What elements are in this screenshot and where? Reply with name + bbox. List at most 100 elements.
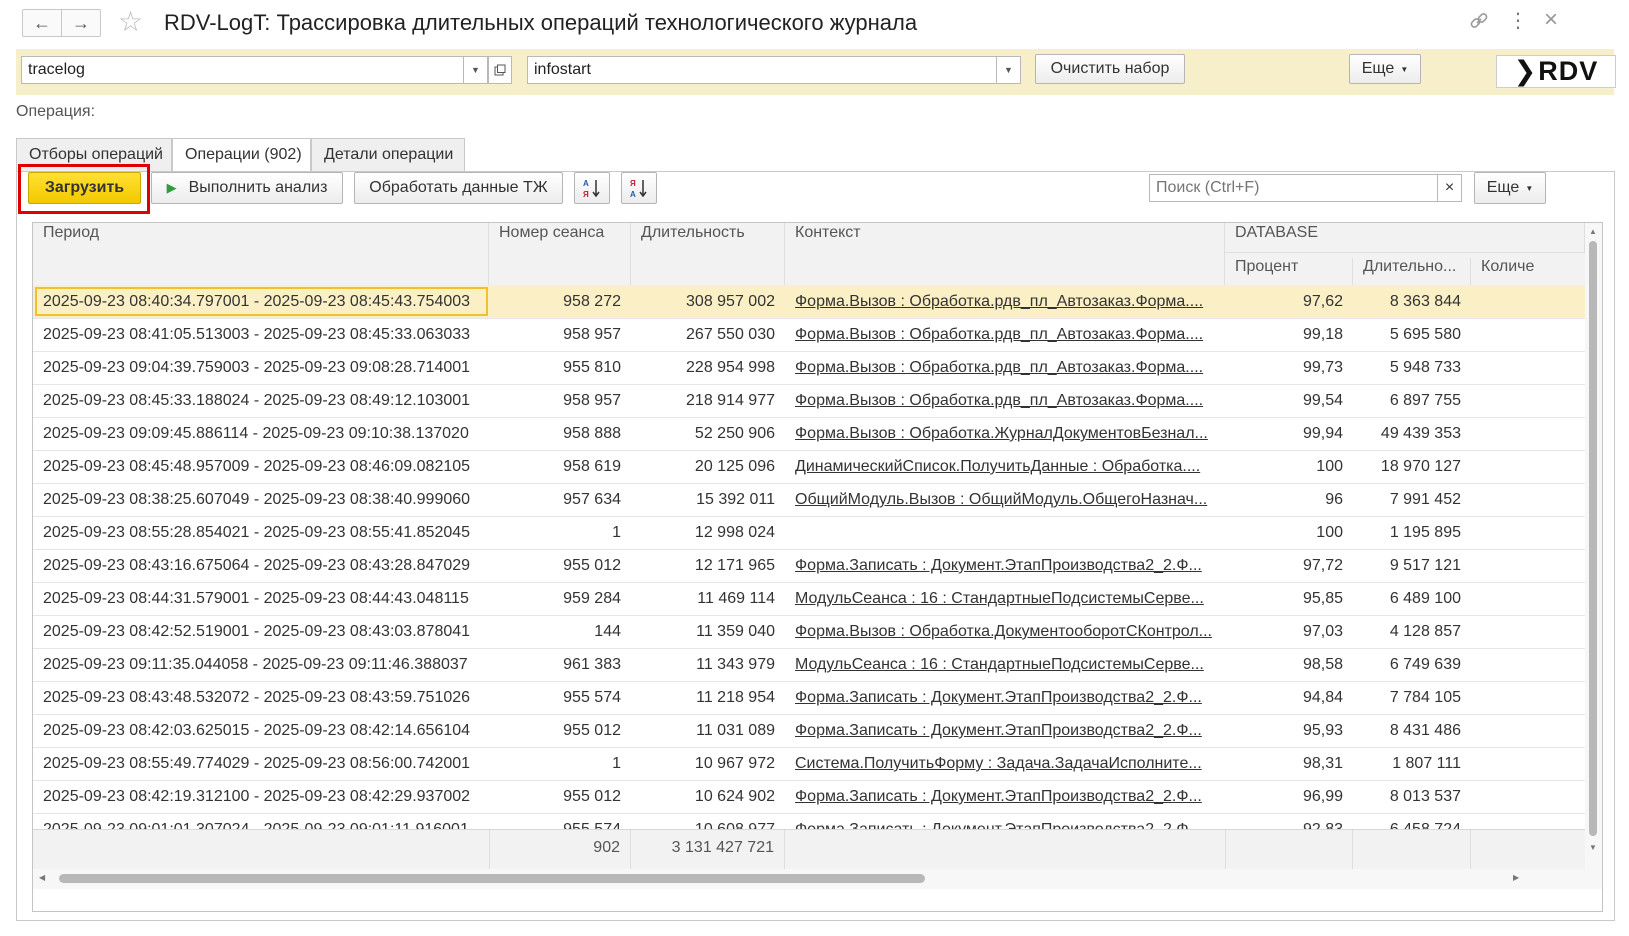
table-row[interactable]: 2025-09-23 08:44:31.579001 - 2025-09-23 …: [33, 582, 1585, 616]
cell-session: 958 888: [563, 425, 621, 442]
cell-context[interactable]: Форма.Записать : Документ.ЭтапПроизводст…: [785, 681, 1225, 714]
forward-button[interactable]: →: [61, 9, 101, 37]
vertical-scrollbar[interactable]: ▲ ▼: [1585, 223, 1602, 869]
chevron-down-icon[interactable]: ▼: [997, 56, 1021, 84]
scroll-down-icon[interactable]: ▼: [1589, 843, 1597, 852]
cell-context[interactable]: МодульСеанса : 16 : СтандартныеПодсистем…: [785, 648, 1225, 681]
table-row[interactable]: 2025-09-23 09:11:35.044058 - 2025-09-23 …: [33, 648, 1585, 682]
more-button[interactable]: Еще ▼: [1349, 54, 1421, 84]
table-row[interactable]: 2025-09-23 08:42:19.312100 - 2025-09-23 …: [33, 780, 1585, 814]
cell-period: 2025-09-23 08:44:31.579001 - 2025-09-23 …: [43, 590, 469, 607]
cell-context[interactable]: Форма.Записать : Документ.ЭтапПроизводст…: [785, 780, 1225, 813]
arrow-left-icon: ←: [33, 12, 51, 33]
cell-percent: 96,99: [1302, 788, 1343, 805]
table-row[interactable]: 2025-09-23 08:55:49.774029 - 2025-09-23 …: [33, 747, 1585, 781]
cell-context[interactable]: Система.ПолучитьФорму : Задача.ЗадачаИсп…: [785, 747, 1225, 780]
col-duration[interactable]: Длительность: [631, 223, 785, 285]
scroll-right-icon[interactable]: ▶: [1513, 873, 1519, 882]
col-db-duration-label: Длительно...: [1363, 258, 1457, 275]
col-session[interactable]: Номер сеанса: [489, 223, 631, 285]
cell-context[interactable]: Форма.Вызов : Обработка.ЖурналДокументов…: [785, 417, 1225, 450]
horizontal-scroll-thumb[interactable]: [59, 874, 925, 883]
table-row[interactable]: 2025-09-23 08:43:48.532072 - 2025-09-23 …: [33, 681, 1585, 715]
search-input[interactable]: [1149, 174, 1438, 202]
col-database[interactable]: DATABASE: [1225, 223, 1585, 253]
chevron-down-icon[interactable]: ▼: [464, 56, 488, 84]
cell-context[interactable]: Форма.Вызов : Обработка.ДокументооборотС…: [785, 615, 1225, 648]
table-row[interactable]: 2025-09-23 08:43:16.675064 - 2025-09-23 …: [33, 549, 1585, 583]
col-percent[interactable]: Процент: [1225, 258, 1353, 285]
scroll-up-icon[interactable]: ▲: [1589, 227, 1597, 236]
tracelog-field[interactable]: tracelog: [21, 56, 464, 84]
cell-context[interactable]: МодульСеанса : 16 : СтандартныеПодсистем…: [785, 582, 1225, 615]
cell-context[interactable]: ОбщийМодуль.Вызов : ОбщийМодуль.ОбщегоНа…: [785, 483, 1225, 516]
table-more-button[interactable]: Еще ▼: [1474, 172, 1546, 204]
sort-asc-button[interactable]: AЯ: [574, 172, 610, 204]
cell-db-duration: 1 807 111: [1392, 755, 1461, 772]
svg-text:A: A: [583, 179, 589, 188]
star-icon[interactable]: ☆: [118, 7, 143, 37]
cell-context[interactable]: ДинамическийСписок.ПолучитьДанные : Обра…: [785, 450, 1225, 483]
close-icon[interactable]: ×: [1544, 7, 1558, 33]
cell-period: 2025-09-23 08:42:03.625015 - 2025-09-23 …: [43, 722, 471, 739]
table-row[interactable]: 2025-09-23 08:38:25.607049 - 2025-09-23 …: [33, 483, 1585, 517]
cell-count: [1471, 417, 1585, 450]
cell-count: [1471, 681, 1585, 714]
table-row[interactable]: 2025-09-23 08:45:48.957009 - 2025-09-23 …: [33, 450, 1585, 484]
cell-period: 2025-09-23 08:45:48.957009 - 2025-09-23 …: [43, 458, 471, 475]
rdv-logo-text: RDV: [1538, 56, 1599, 86]
cell-context[interactable]: Форма.Записать : Документ.ЭтапПроизводст…: [785, 714, 1225, 747]
cell-duration: 12 998 024: [694, 524, 775, 541]
cell-db-duration: 49 439 353: [1380, 425, 1461, 442]
link-icon[interactable]: [1468, 10, 1490, 32]
cell-duration: 228 954 998: [686, 359, 775, 376]
cell-session: 961 383: [563, 656, 621, 673]
cell-percent: 97,72: [1302, 557, 1343, 574]
load-button[interactable]: Загрузить: [28, 172, 141, 204]
cell-count: [1471, 780, 1585, 813]
clear-set-button[interactable]: Очистить набор: [1035, 54, 1185, 84]
table-row[interactable]: 2025-09-23 08:41:05.513003 - 2025-09-23 …: [33, 318, 1585, 352]
analyze-button[interactable]: ▶ Выполнить анализ: [151, 172, 343, 204]
table-row[interactable]: 2025-09-23 08:40:34.797001 - 2025-09-23 …: [33, 285, 1585, 319]
process-data-button[interactable]: Обработать данные ТЖ: [354, 172, 563, 204]
rdv-logo: ❯ RDV: [1496, 55, 1616, 88]
cell-percent: 96: [1325, 491, 1343, 508]
scroll-left-icon[interactable]: ◀: [39, 873, 45, 882]
open-icon[interactable]: [488, 56, 512, 84]
table-row[interactable]: 2025-09-23 09:04:39.759003 - 2025-09-23 …: [33, 351, 1585, 385]
cell-period: 2025-09-23 09:11:35.044058 - 2025-09-23 …: [43, 656, 468, 673]
sort-desc-button[interactable]: ЯA: [621, 172, 657, 204]
tab-details[interactable]: Детали операции: [311, 138, 465, 171]
col-db-duration[interactable]: Длительно...: [1353, 258, 1471, 285]
col-context[interactable]: Контекст: [785, 223, 1225, 285]
cell-context[interactable]: Форма.Вызов : Обработка.рдв_пл_Автозаказ…: [785, 285, 1225, 318]
cell-count: [1471, 450, 1585, 483]
cell-context[interactable]: Форма.Вызов : Обработка.рдв_пл_Автозаказ…: [785, 384, 1225, 417]
table-row[interactable]: 2025-09-23 08:45:33.188024 - 2025-09-23 …: [33, 384, 1585, 418]
col-count[interactable]: Количе: [1471, 258, 1585, 285]
cell-count: [1471, 318, 1585, 351]
cell-context[interactable]: Форма.Вызов : Обработка.рдв_пл_Автозаказ…: [785, 318, 1225, 351]
infobase-field[interactable]: infostart: [527, 56, 997, 84]
table-row[interactable]: 2025-09-23 08:42:52.519001 - 2025-09-23 …: [33, 615, 1585, 649]
cell-duration: 11 359 040: [696, 623, 775, 640]
table-row[interactable]: 2025-09-23 08:55:28.854021 - 2025-09-23 …: [33, 516, 1585, 550]
cell-db-duration: 8 013 537: [1389, 788, 1461, 805]
table-row[interactable]: 2025-09-23 09:09:45.886114 - 2025-09-23 …: [33, 417, 1585, 451]
clear-search-icon[interactable]: ×: [1438, 174, 1462, 202]
cell-db-duration: 8 363 844: [1389, 293, 1461, 310]
horizontal-scrollbar[interactable]: ◀ ▶: [33, 869, 1602, 889]
cell-context[interactable]: [785, 516, 1225, 549]
vertical-scroll-thumb[interactable]: [1589, 241, 1597, 836]
back-button[interactable]: ←: [22, 9, 62, 37]
cell-session: 955 012: [563, 722, 621, 739]
vertical-dots-icon[interactable]: ⋮: [1508, 10, 1528, 32]
cell-count: [1471, 714, 1585, 747]
cell-context[interactable]: Форма.Вызов : Обработка.рдв_пл_Автозаказ…: [785, 351, 1225, 384]
col-period[interactable]: Период: [33, 223, 489, 285]
cell-session: 958 957: [563, 392, 621, 409]
table-row[interactable]: 2025-09-23 08:42:03.625015 - 2025-09-23 …: [33, 714, 1585, 748]
tab-operations[interactable]: Операции (902): [172, 138, 311, 172]
cell-context[interactable]: Форма.Записать : Документ.ЭтапПроизводст…: [785, 549, 1225, 582]
